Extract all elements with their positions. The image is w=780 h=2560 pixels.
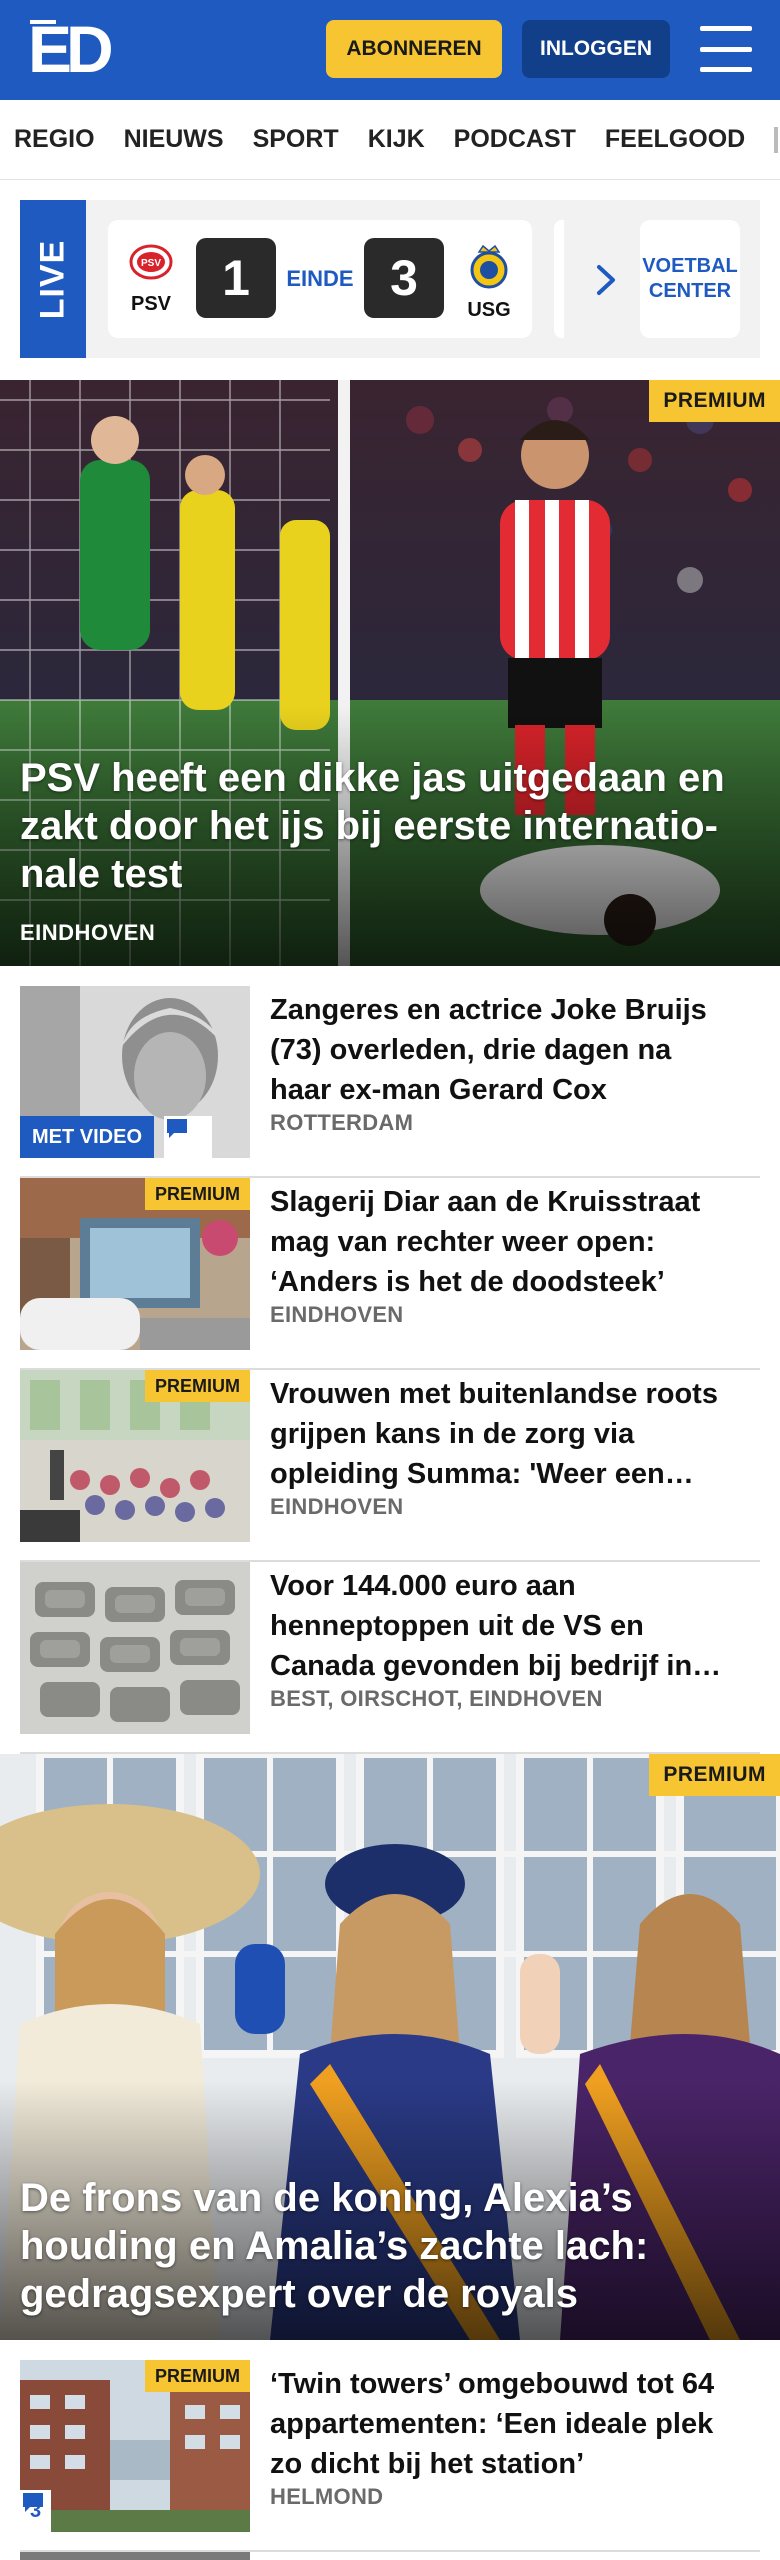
- nav-overflow-indicator: [774, 126, 779, 153]
- article-title: Slagerij Diar aan de Kruisstraat mag van…: [270, 1186, 701, 1298]
- premium-badge: PREMIUM: [145, 2360, 250, 2392]
- chevron-right-icon[interactable]: [594, 264, 618, 296]
- list-item[interactable]: PREMIUM Vrouwen met buitenlandse roots g…: [20, 1370, 760, 1562]
- match-status: EINDE: [286, 266, 354, 291]
- site-logo[interactable]: ED: [28, 12, 114, 86]
- nav-item-kijk[interactable]: KIJK: [368, 125, 425, 154]
- hero-title: De frons van de koning, Alexia’s houding…: [20, 2176, 649, 2316]
- logo-text: ED: [28, 12, 114, 86]
- list-item[interactable]: Voor 144.000 euro aan henneptoppen uit d…: [20, 1562, 760, 1754]
- nav-item-sport[interactable]: SPORT: [253, 125, 339, 154]
- home-team: PSV PSV: [120, 242, 182, 316]
- login-button[interactable]: INLOGGEN: [522, 20, 670, 78]
- article-title: Zangeres en actrice Joke Bruijs (73) ove…: [270, 994, 707, 1106]
- article-location: EINDHOVEN: [270, 1494, 404, 1519]
- site-header: ED ABONNEREN INLOGGEN: [0, 0, 780, 100]
- voetbal-center-link[interactable]: VOETBAL CENTER: [640, 220, 740, 338]
- article-thumbnail: MET VIDEO: [20, 986, 250, 1158]
- article-thumbnail: [20, 1562, 250, 1734]
- nav-item-regio[interactable]: REGIO: [14, 125, 95, 154]
- next-card-edge: [554, 220, 564, 338]
- comment-icon: [164, 1116, 212, 1158]
- thumbnail-image: [20, 1562, 250, 1734]
- subscribe-button[interactable]: ABONNEREN: [326, 20, 502, 78]
- list-item[interactable]: MET VIDEO Zangeres en actrice Joke Bruij…: [20, 986, 760, 1178]
- article-location: BEST, OIRSCHOT, EINDHOVEN: [270, 1686, 603, 1711]
- menu-icon[interactable]: [700, 26, 752, 72]
- article-location: HELMOND: [270, 2484, 384, 2509]
- section-nav: REGIO NIEUWS SPORT KIJK PODCAST FEELGOOD: [0, 100, 780, 180]
- list-item[interactable]: PREMIUM Slagerij Diar aan de Kruisstraat…: [20, 1178, 760, 1370]
- nav-item-podcast[interactable]: PODCAST: [454, 125, 576, 154]
- comment-count: 3: [20, 2490, 52, 2532]
- menu-icon-line: [700, 26, 752, 31]
- list-item[interactable]: [20, 2552, 760, 2560]
- article-thumbnail: PREMIUM 3: [20, 2360, 250, 2532]
- premium-badge: PREMIUM: [145, 1370, 250, 1402]
- home-team-name: PSV: [130, 293, 172, 315]
- away-score: 3: [364, 238, 444, 318]
- article-title: Voor 144.000 euro aan henneptoppen uit d…: [270, 1570, 722, 1682]
- comment-icon: [23, 2493, 43, 2512]
- hero-location: EINDHOVEN: [20, 920, 156, 945]
- article-title: ‘Twin towers’ omgebouwd tot 64 apparteme…: [270, 2368, 715, 2480]
- nav-item-feelgood[interactable]: FEELGOOD: [605, 125, 745, 154]
- live-label-text: LIVE: [33, 239, 72, 319]
- article-thumbnail: PREMIUM: [20, 1178, 250, 1350]
- list-item[interactable]: PREMIUM 3 ‘Twin towers’ omgebouwd tot 64…: [20, 2360, 760, 2552]
- premium-badge: PREMIUM: [145, 1178, 250, 1210]
- article-location: EINDHOVEN: [270, 1302, 404, 1327]
- article-thumbnail: PREMIUM: [20, 1370, 250, 1542]
- live-label: LIVE: [20, 200, 86, 358]
- svg-text:PSV: PSV: [141, 258, 161, 269]
- hero-article-psv[interactable]: PREMIUM PSV heeft een dikke jas uitgedaa…: [0, 380, 780, 966]
- match-card[interactable]: PSV PSV 1 EINDE 3 USG: [108, 220, 532, 338]
- premium-badge: PREMIUM: [649, 380, 780, 422]
- premium-badge: PREMIUM: [649, 1754, 780, 1796]
- article-location: ROTTERDAM: [270, 1110, 414, 1135]
- article-thumbnail: [20, 2552, 250, 2560]
- logo-accent-bar: [30, 20, 56, 24]
- article-title: Vrouwen met buitenlandse roots grijpen k…: [270, 1378, 718, 1490]
- away-team: USG: [458, 242, 520, 322]
- home-score: 1: [196, 238, 276, 318]
- hero-article-royals[interactable]: PREMIUM De frons van de koning, Alexia’s…: [0, 1754, 780, 2340]
- usg-crest-icon: [470, 244, 508, 289]
- nav-item-nieuws[interactable]: NIEUWS: [124, 125, 224, 154]
- live-scores-strip: LIVE PSV PSV 1 EINDE 3 USG VOETBAL CENTE…: [20, 200, 760, 358]
- away-team-name: USG: [467, 299, 511, 321]
- menu-icon-line: [700, 67, 752, 72]
- hero-title: PSV heeft een dikke jas uitgedaan en zak…: [20, 756, 725, 896]
- menu-icon-line: [700, 46, 752, 52]
- psv-crest-icon: PSV: [129, 244, 173, 280]
- video-badge: MET VIDEO: [20, 1116, 155, 1158]
